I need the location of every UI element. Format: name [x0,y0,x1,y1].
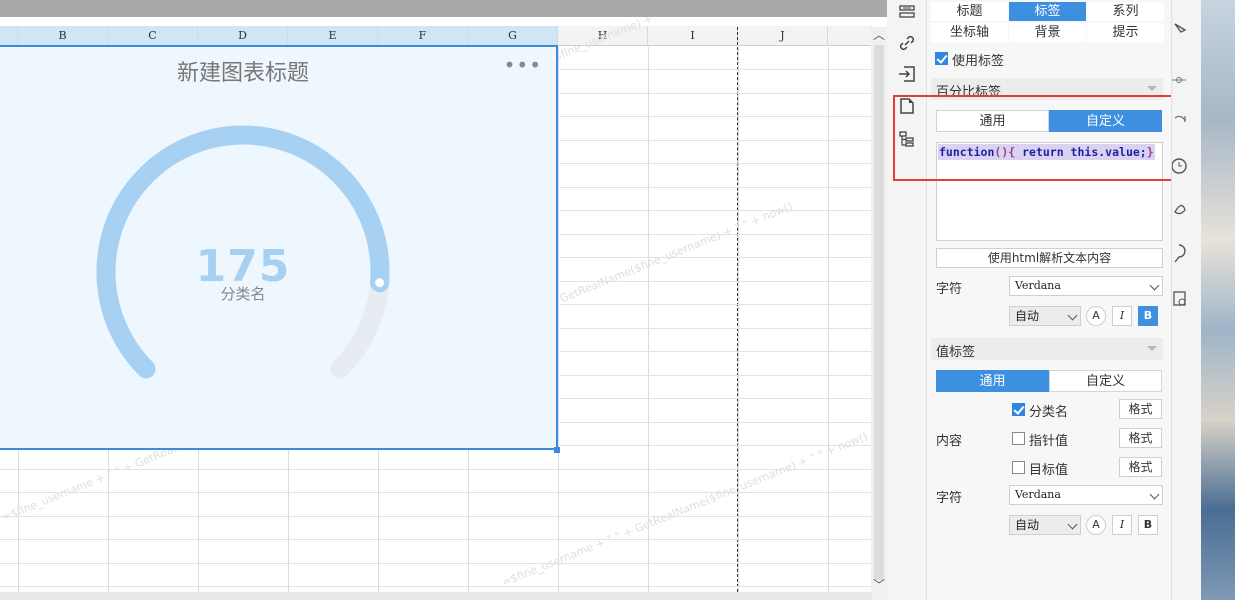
grid-row-line [0,516,872,517]
column-header[interactable]: G [468,26,558,46]
use-label-text: 使用标签 [952,54,1005,69]
grid-column-line [738,47,739,592]
bold-button[interactable]: B [1138,306,1158,326]
chevron-down-icon [1149,280,1160,291]
chevron-down-icon [1067,519,1078,530]
hyperlink-icon[interactable] [898,34,916,52]
value-mode-general[interactable]: 通用 [936,370,1049,392]
column-header[interactable]: B [18,26,108,46]
tab-background[interactable]: 背景 [1009,23,1086,42]
scroll-up-icon[interactable]: ︿ [871,27,887,43]
search-doc-icon [1173,291,1186,306]
value-label-section[interactable]: 值标签 [931,338,1163,360]
gauge-end-dot [372,275,388,291]
chart-title[interactable]: 新建图表标题 [0,55,486,87]
gauge-chart[interactable]: 新建图表标题 ••• 175 分类名 [0,45,558,450]
target-value-text: 目标值 [1029,463,1069,478]
grid-column-line [828,47,829,592]
tab-axis[interactable]: 坐标轴 [931,23,1008,42]
grid-column-line [558,47,559,592]
format-button[interactable]: 格式 [1119,399,1162,419]
chevron-down-icon [1149,489,1160,500]
column-header[interactable]: I [648,26,738,46]
font-size-value: 自动 [1015,309,1040,323]
scroll-thumb[interactable] [874,45,884,580]
target-value-checkbox[interactable] [1012,461,1025,474]
chevron-down-icon [1067,310,1078,321]
font-size-select[interactable]: 自动 [1009,306,1081,326]
vertical-scrollbar[interactable]: ︿ ﹀ [871,27,887,600]
cell-element-icon[interactable] [898,3,916,21]
column-header[interactable]: J [738,26,828,46]
property-icon-bar [887,0,927,600]
column-header-a[interactable] [0,26,18,46]
gauge-category-label: 分类名 [220,285,266,303]
tab-tooltip[interactable]: 提示 [1087,23,1164,42]
column-header[interactable]: E [288,26,378,46]
column-header-k[interactable] [828,26,872,46]
use-label-checkbox[interactable] [935,52,948,65]
right-tool-bar [1171,0,1201,600]
html-parse-button[interactable]: 使用html解析文本内容 [936,248,1163,268]
grid-column-line [648,47,649,592]
refresh-icon [1174,115,1186,123]
top-strip [0,0,887,17]
column-header[interactable]: D [198,26,288,46]
pointer-value-text: 指针值 [1029,434,1069,449]
pointer-value-checkbox[interactable] [1012,432,1025,445]
category-name-checkbox[interactable] [1012,403,1025,416]
resize-handle[interactable] [554,447,560,453]
column-header[interactable]: H [558,26,648,46]
font-size-value: 自动 [1015,518,1040,532]
more-icon[interactable]: ••• [504,53,542,77]
font-family-select[interactable]: Verdana [1009,276,1163,296]
pin-icon [1174,244,1186,263]
annotation-highlight-box [893,95,1189,181]
brush-icon [1174,204,1186,215]
format-button[interactable]: 格式 [1119,457,1162,477]
font-label: 字符 [936,491,963,506]
italic-button[interactable]: I [1112,306,1132,326]
slider-icon [1172,77,1186,83]
section-title: 值标签 [936,345,976,360]
grid-row-line [0,563,872,564]
grid-row-line [0,492,872,493]
font-family-value: Verdana [1015,279,1061,292]
value-mode-custom[interactable]: 自定义 [1049,370,1162,392]
chart-property-panel: 标题 标签 系列 坐标轴 背景 提示 使用标签 百分比标签 通用 自定义 fun… [927,0,1171,600]
insert-icon[interactable] [898,65,916,83]
column-header[interactable]: C [108,26,198,46]
font-size-select[interactable]: 自动 [1009,515,1081,535]
font-family-value: Verdana [1015,488,1061,501]
category-name-text: 分类名 [1029,405,1069,420]
format-button[interactable]: 格式 [1119,428,1162,448]
column-header-bar: B C D E F G H I J [0,26,872,46]
scroll-down-icon[interactable]: ﹀ [871,577,887,593]
tab-label[interactable]: 标签 [1009,2,1086,21]
font-label: 字符 [936,282,963,297]
clock-icon [1171,158,1187,174]
grid-row-line [0,469,872,470]
font-color-button[interactable]: A [1086,306,1106,326]
tab-series[interactable]: 系列 [1087,2,1164,21]
horizontal-scrollbar[interactable] [0,592,872,600]
collapse-arrow-icon[interactable] [1147,86,1157,91]
tab-title[interactable]: 标题 [931,2,1008,21]
grid-row-line [0,586,872,587]
font-color-button[interactable]: A [1086,515,1106,535]
column-header[interactable]: F [378,26,468,46]
content-label: 内容 [936,434,963,449]
collapse-arrow-icon[interactable] [1147,346,1157,351]
font-family-select[interactable]: Verdana [1009,485,1163,505]
italic-button[interactable]: I [1112,515,1132,535]
grid-row-line [0,539,872,540]
right-toolbar-icons [1171,23,1187,306]
cursor-icon [1174,23,1187,33]
background-photo-edge [1201,0,1235,600]
bold-button[interactable]: B [1138,515,1158,535]
